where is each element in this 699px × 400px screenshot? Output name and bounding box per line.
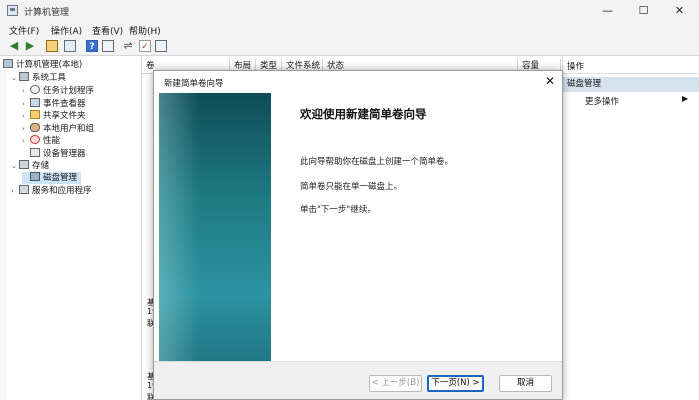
tree-item-label: 设备管理器 xyxy=(43,149,86,159)
new-simple-volume-wizard: 新建简单卷向导 ✕ 欢迎使用新建简单卷向导 此向导帮助你在磁盘上创建一个简单卷。… xyxy=(153,70,563,400)
wizard-note: 简单卷只能在单一磁盘上。 xyxy=(300,182,403,192)
tree-item-label: 磁盘管理 xyxy=(43,173,78,183)
expand-chevron-icon[interactable]: › xyxy=(22,85,30,97)
title-bar: 计算机管理 — ☐ ✕ xyxy=(0,0,699,22)
dialog-title-bar: 新建简单卷向导 ✕ xyxy=(154,71,562,93)
disk-icon xyxy=(30,172,40,181)
tree-item-local-users[interactable]: › 本地用户和组 xyxy=(22,123,94,135)
storage-icon xyxy=(19,160,29,169)
back-arrow-icon[interactable]: ◀ xyxy=(8,40,20,52)
properties-icon[interactable] xyxy=(64,40,76,52)
tree-item-label: 系统工具 xyxy=(32,73,67,83)
menu-help[interactable]: 帮助(H) xyxy=(129,24,161,37)
view-icon[interactable] xyxy=(155,40,167,52)
menu-action[interactable]: 操作(A) xyxy=(51,24,82,37)
minimize-button[interactable]: — xyxy=(590,1,625,21)
collapse-chevron-icon[interactable]: ⌄ xyxy=(11,160,19,172)
checklist-icon[interactable]: ✓ xyxy=(139,40,151,52)
forward-arrow-icon[interactable]: ▶ xyxy=(24,40,36,52)
expand-chevron-icon[interactable]: › xyxy=(22,123,30,135)
tree-item-device-manager[interactable]: 设备管理器 xyxy=(22,148,86,160)
connect-icon[interactable]: ⇌ xyxy=(122,40,134,52)
actions-pane: 操作 磁盘管理 更多操作 ▶ xyxy=(562,57,699,400)
event-log-icon xyxy=(30,98,40,107)
dialog-footer: < 上一步(B) 下一页(N) > 取消 xyxy=(154,361,562,399)
tree-item-performance[interactable]: › 性能 xyxy=(22,135,60,147)
tree-item-label: 本地用户和组 xyxy=(43,124,95,134)
tree-item-event-viewer[interactable]: › 事件查看器 xyxy=(22,98,86,110)
tree-item-label: 计算机管理(本地) xyxy=(16,60,83,70)
expand-chevron-icon[interactable]: › xyxy=(22,98,30,110)
computer-management-icon xyxy=(7,5,18,16)
dialog-title: 新建简单卷向导 xyxy=(164,79,224,89)
cancel-button[interactable]: 取消 xyxy=(499,375,552,392)
tools-icon xyxy=(19,72,29,81)
tree-item-services-apps[interactable]: › 服务和应用程序 xyxy=(11,185,92,197)
services-icon xyxy=(19,185,29,194)
tree-item-label: 性能 xyxy=(43,136,61,146)
menu-view[interactable]: 查看(V) xyxy=(92,24,123,37)
submenu-arrow-icon[interactable]: ▶ xyxy=(682,94,688,103)
tree-item-label: 事件查看器 xyxy=(43,99,86,109)
tree-item-disk-management[interactable]: 磁盘管理 xyxy=(22,172,82,184)
left-edge-strip xyxy=(0,70,7,400)
menu-bar: 文件(F) 操作(A) 查看(V) 帮助(H) xyxy=(0,22,699,37)
back-button[interactable]: < 上一步(B) xyxy=(369,375,422,392)
tree-item-label: 任务计划程序 xyxy=(43,86,95,96)
wizard-instruction: 单击"下一步"继续。 xyxy=(300,205,376,215)
users-icon xyxy=(30,123,40,132)
tree-item-label: 存储 xyxy=(32,161,50,171)
console-tree: 计算机管理(本地) ⌄ 系统工具 › 任务计划程序 › 事件查看器 › 共享文件夹 › 本… xyxy=(0,57,142,400)
tree-item-label: 共享文件夹 xyxy=(43,111,86,121)
toolbar: ◀ ▶ ? ⇌ ✓ xyxy=(0,37,699,56)
performance-icon xyxy=(30,135,40,144)
maximize-button[interactable]: ☐ xyxy=(626,1,661,21)
menu-file[interactable]: 文件(F) xyxy=(9,24,39,37)
shared-folder-icon xyxy=(30,110,40,119)
up-folder-icon[interactable] xyxy=(46,40,58,52)
wizard-heading: 欢迎使用新建简单卷向导 xyxy=(300,107,427,121)
tree-item-label: 服务和应用程序 xyxy=(32,186,92,196)
expand-chevron-icon[interactable]: › xyxy=(22,110,30,122)
wizard-description: 此向导帮助你在磁盘上创建一个简单卷。 xyxy=(300,157,454,167)
next-button[interactable]: 下一页(N) > xyxy=(427,375,484,392)
tree-item-shared-folders[interactable]: › 共享文件夹 xyxy=(22,110,86,122)
tree-item-system-tools[interactable]: ⌄ 系统工具 xyxy=(11,72,66,84)
help-icon[interactable]: ? xyxy=(86,40,98,52)
dialog-body: 欢迎使用新建简单卷向导 此向导帮助你在磁盘上创建一个简单卷。 简单卷只能在单一磁… xyxy=(154,93,562,361)
expand-chevron-icon[interactable]: › xyxy=(11,185,19,197)
tree-item-root[interactable]: 计算机管理(本地) xyxy=(3,59,82,71)
window-title: 计算机管理 xyxy=(24,8,70,18)
more-actions-link[interactable]: 更多操作 xyxy=(585,95,619,107)
expand-chevron-icon[interactable]: › xyxy=(22,135,30,147)
clock-icon xyxy=(30,85,40,94)
dialog-close-button[interactable]: ✕ xyxy=(545,74,555,88)
collapse-chevron-icon[interactable]: ⌄ xyxy=(11,72,19,84)
actions-section-disk-management[interactable]: 磁盘管理 xyxy=(563,77,699,92)
tree-item-task-scheduler[interactable]: › 任务计划程序 xyxy=(22,85,94,97)
computer-icon xyxy=(3,59,13,68)
close-button[interactable]: ✕ xyxy=(662,1,697,21)
tree-item-storage[interactable]: ⌄ 存储 xyxy=(11,160,49,172)
actions-header: 操作 xyxy=(563,60,699,74)
device-manager-icon xyxy=(30,148,40,157)
list-view-icon[interactable] xyxy=(102,40,114,52)
wizard-banner-image xyxy=(159,93,271,361)
